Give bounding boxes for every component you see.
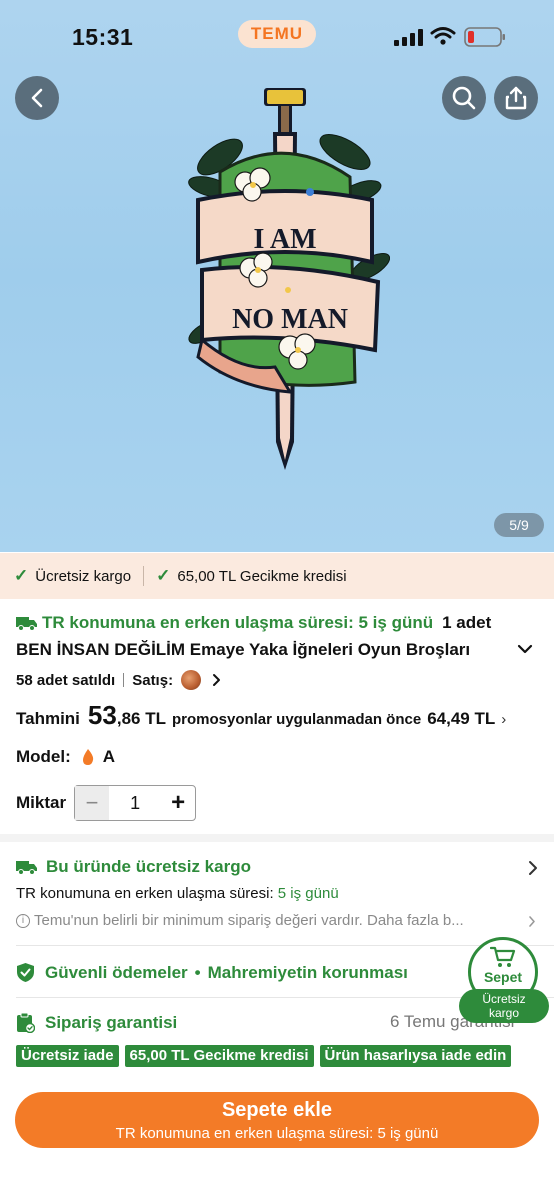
cart-tag-line2: kargo — [488, 1006, 520, 1020]
quantity-value: 1 — [130, 792, 141, 813]
enamel-pin-image: I AM NO MAN — [188, 88, 390, 470]
shipping-estimate: TR konumuna en erken ulaşma süresi: 5 iş… — [16, 885, 339, 902]
model-label: Model: — [16, 747, 71, 766]
cart-tag-line1: Ücretsiz — [482, 992, 526, 1006]
chevron-right-icon[interactable] — [528, 860, 538, 876]
shield-icon — [17, 963, 34, 982]
delivery-estimate: TR konumuna en erken ulaşma süresi: 5 iş… — [16, 613, 491, 633]
privacy-label: Mahremiyetin korunması — [207, 962, 408, 982]
model-value: A — [102, 747, 116, 766]
price-whole: 53 — [87, 700, 117, 730]
increment-button[interactable]: + — [161, 786, 195, 820]
delivery-text: TR konumuna en erken ulaşma süresi: 5 iş… — [42, 613, 434, 632]
shipping-note[interactable]: i Temu'nun belirli bir minimum sipariş d… — [16, 912, 464, 929]
chevron-right-icon — [213, 674, 221, 686]
divider — [16, 945, 554, 946]
seller-avatar[interactable] — [181, 670, 202, 690]
guarantee-badges: Ücretsiz iade 65,00 TL Gecikme kredisi Ü… — [16, 1045, 517, 1067]
signal-icon — [394, 29, 423, 46]
chevron-left-icon — [31, 88, 43, 108]
quantity-stepper[interactable]: − 1 + — [74, 785, 197, 821]
image-counter: 5/9 — [494, 513, 544, 537]
bullet: • — [194, 962, 201, 982]
badge-free-return: Ücretsiz iade — [16, 1045, 119, 1067]
chevron-right-icon — [529, 916, 535, 927]
badge-damaged-return: Ürün hasarlıysa iade edin — [319, 1045, 512, 1067]
share-icon — [505, 86, 527, 110]
product-title: BEN İNSAN DEĞİLİM Emaye Yaka İğneleri Oy… — [16, 640, 471, 659]
divider — [123, 673, 125, 687]
free-shipping-promo: ✓ Ücretsiz kargo — [14, 566, 131, 586]
status-bar: 15:31 TEMU — [0, 0, 554, 70]
sold-count: 58 adet satıldı — [16, 671, 116, 689]
shipping-estimate-label: TR konumuna en erken ulaşma süresi: — [16, 885, 274, 902]
pin-text-2: NO MAN — [232, 304, 348, 335]
shipping-estimate-value: 5 iş günü — [277, 885, 339, 902]
decrement-button[interactable]: − — [75, 786, 110, 820]
pin-text-1: I AM — [254, 224, 317, 255]
divider — [143, 566, 145, 586]
promo-band: ✓ Ücretsiz kargo ✓ 65,00 TL Gecikme kred… — [0, 553, 554, 599]
section-divider — [0, 834, 554, 842]
free-shipping-label: Ücretsiz kargo — [35, 567, 132, 585]
sold-seller-row[interactable]: 58 adet satıldı Satış: — [16, 670, 221, 690]
secure-payments-row[interactable]: Güvenli ödemeler • Mahremiyetin korunmas… — [16, 962, 408, 983]
free-shipping-row[interactable]: Bu üründe ücretsiz kargo — [16, 857, 251, 877]
price-row[interactable]: Tahmini 53 ,86 TL promosyonlar uygulanma… — [16, 700, 506, 731]
wifi-icon — [430, 27, 456, 45]
cart-label: Sepet — [483, 968, 523, 985]
back-button[interactable] — [15, 76, 59, 120]
status-time: 15:31 — [72, 24, 134, 50]
quantity-row: Miktar − 1 + — [16, 785, 197, 821]
quantity-text: 1 adet — [442, 613, 492, 632]
price-old: 64,49 TL — [427, 709, 496, 728]
search-button[interactable] — [442, 76, 486, 120]
check-icon: ✓ — [156, 566, 171, 585]
quantity-label: Miktar — [16, 793, 67, 812]
clipboard-check-icon — [17, 1012, 35, 1033]
secure-payments-label: Güvenli ödemeler — [45, 962, 188, 982]
chevron-down-icon[interactable] — [516, 642, 534, 656]
truck-icon — [16, 861, 37, 875]
truck-icon — [16, 617, 37, 631]
guarantee-title: Sipariş garantisi — [45, 1012, 178, 1032]
chevron-right-icon: › — [501, 711, 507, 728]
add-to-cart-label: Sepete ekle — [221, 1099, 333, 1121]
price-label: Tahmini — [16, 709, 80, 728]
app-badge: TEMU — [238, 20, 316, 48]
model-row: Model: A — [16, 747, 115, 767]
info-icon: i — [16, 913, 30, 928]
price-note: promosyonlar uygulanmadan önce — [171, 711, 422, 728]
delay-credit-promo: ✓ 65,00 TL Gecikme kredisi — [156, 566, 347, 586]
share-button[interactable] — [494, 76, 538, 120]
shipping-note-text: Temu'nun belirli bir minimum sipariş değ… — [34, 912, 464, 929]
shipping-title: Bu üründe ücretsiz kargo — [46, 857, 251, 876]
price-rest: ,86 TL — [116, 709, 166, 728]
badge-delay-credit: 65,00 TL Gecikme kredisi — [124, 1045, 314, 1067]
delay-credit-label: 65,00 TL Gecikme kredisi — [177, 567, 347, 585]
product-page: I AM NO MAN 5/9 15:31 TEMU ✓ Ücretsiz ka… — [0, 0, 554, 1200]
battery-icon — [464, 27, 505, 47]
cart-free-shipping-tag: Ücretsiz kargo — [459, 989, 549, 1023]
cart-icon — [490, 946, 516, 967]
search-icon — [452, 86, 476, 110]
seller-label: Satış: — [132, 671, 174, 689]
add-to-cart-button[interactable]: Sepete ekle TR konumuna en erken ulaşma … — [15, 1092, 539, 1148]
order-guarantee-row[interactable]: Sipariş garantisi — [16, 1012, 177, 1033]
product-image[interactable]: I AM NO MAN 5/9 — [0, 0, 554, 552]
add-to-cart-sub: TR konumuna en erken ulaşma süresi: 5 iş… — [115, 1125, 439, 1142]
check-icon: ✓ — [14, 566, 29, 585]
flame-icon — [82, 749, 93, 765]
